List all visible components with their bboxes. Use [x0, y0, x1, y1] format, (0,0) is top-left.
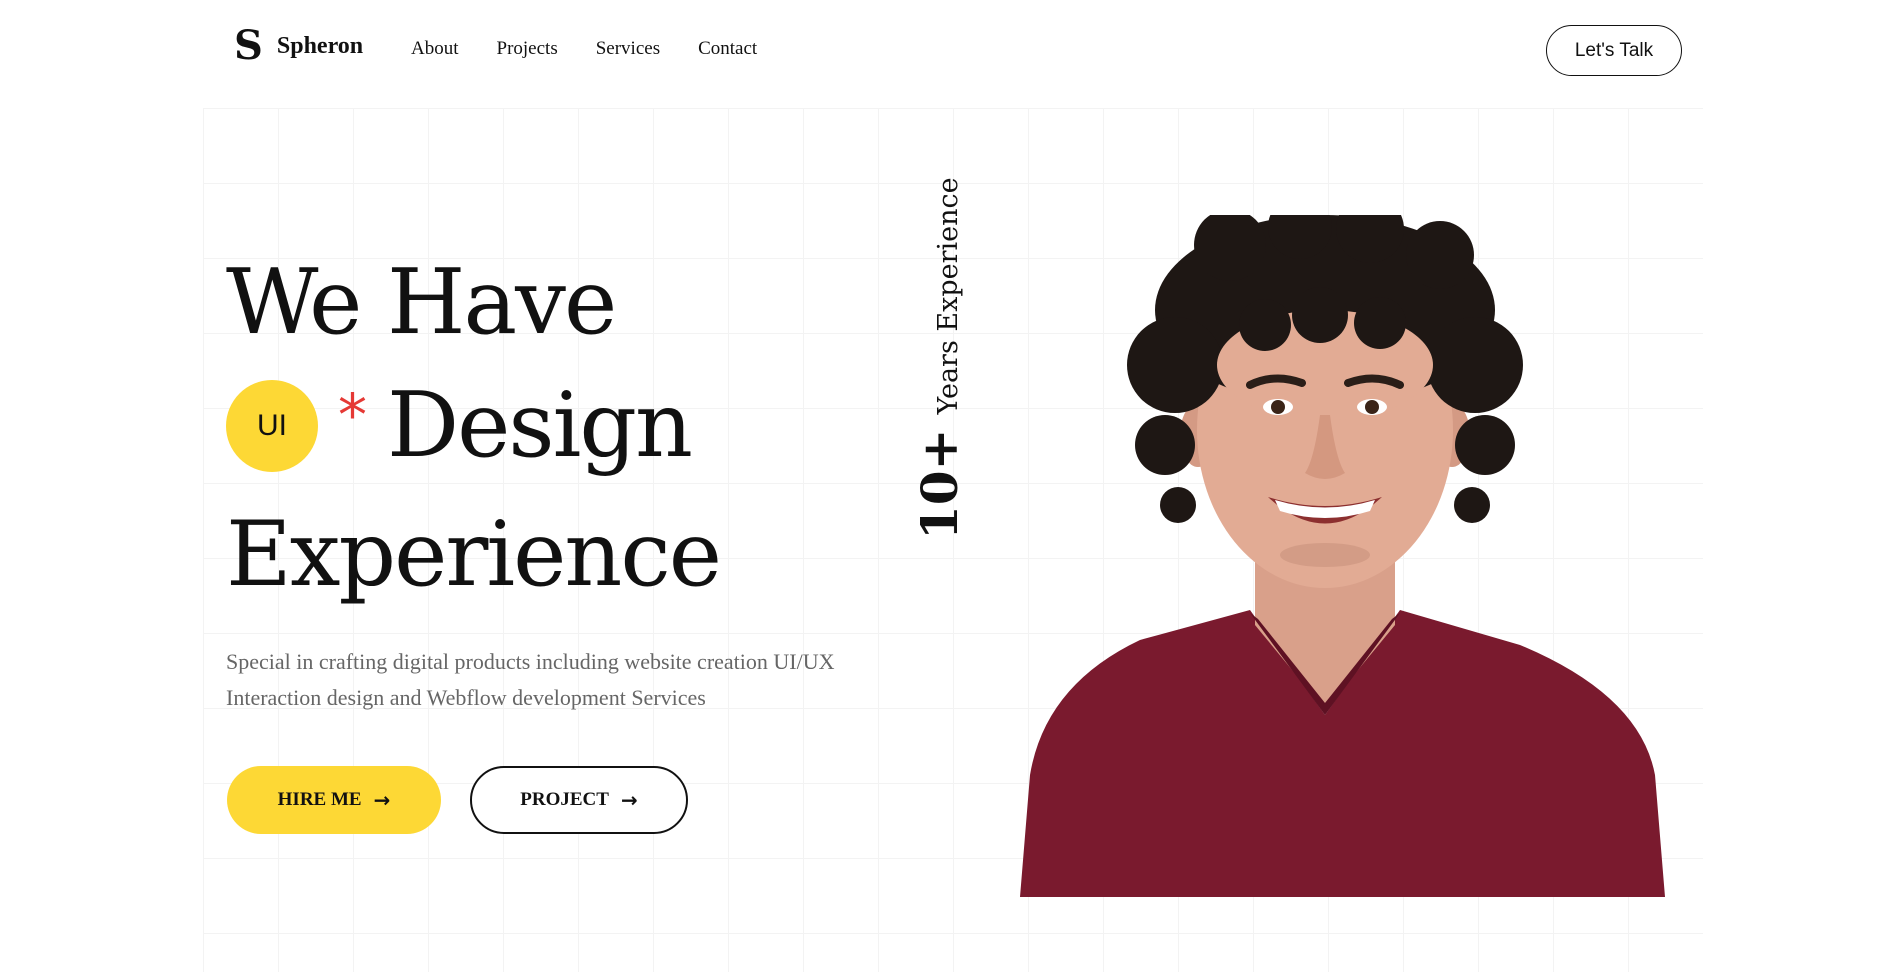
- nav-menu: About Projects Services Contact: [411, 38, 795, 60]
- headline-line-2: UI * Design: [226, 373, 693, 478]
- brand-name: Spheron: [276, 32, 364, 59]
- asterisk-icon: *: [338, 381, 367, 449]
- experience-number: 10+: [910, 428, 969, 540]
- experience-badge: 10+ Years Experience: [910, 177, 969, 540]
- project-label: PROJECT: [520, 789, 609, 810]
- portrait-photo: [1020, 215, 1665, 897]
- headline-design-word: Design: [387, 373, 693, 478]
- headline-line-3: Experience: [226, 502, 722, 607]
- experience-label: Years Experience: [933, 177, 964, 415]
- nav-link-contact[interactable]: Contact: [698, 38, 757, 60]
- navbar: S Spheron About Projects Services Contac…: [0, 0, 1898, 100]
- nav-link-projects[interactable]: Projects: [497, 38, 558, 60]
- logo[interactable]: S Spheron: [234, 26, 363, 66]
- logo-mark-icon: S: [234, 22, 263, 69]
- hire-me-button[interactable]: HIRE ME →: [227, 766, 441, 834]
- hire-me-label: HIRE ME: [277, 789, 362, 810]
- headline-line-1: We Have: [226, 250, 617, 355]
- nav-link-about[interactable]: About: [411, 38, 459, 60]
- arrow-right-icon: →: [373, 788, 391, 812]
- nav-link-services[interactable]: Services: [596, 38, 660, 60]
- lets-talk-button[interactable]: Let's Talk: [1546, 25, 1682, 76]
- project-button[interactable]: PROJECT →: [470, 766, 688, 834]
- hero-subtitle: Special in crafting digital products inc…: [226, 649, 835, 710]
- arrow-right-icon: →: [620, 788, 638, 812]
- ui-badge: UI: [226, 380, 318, 472]
